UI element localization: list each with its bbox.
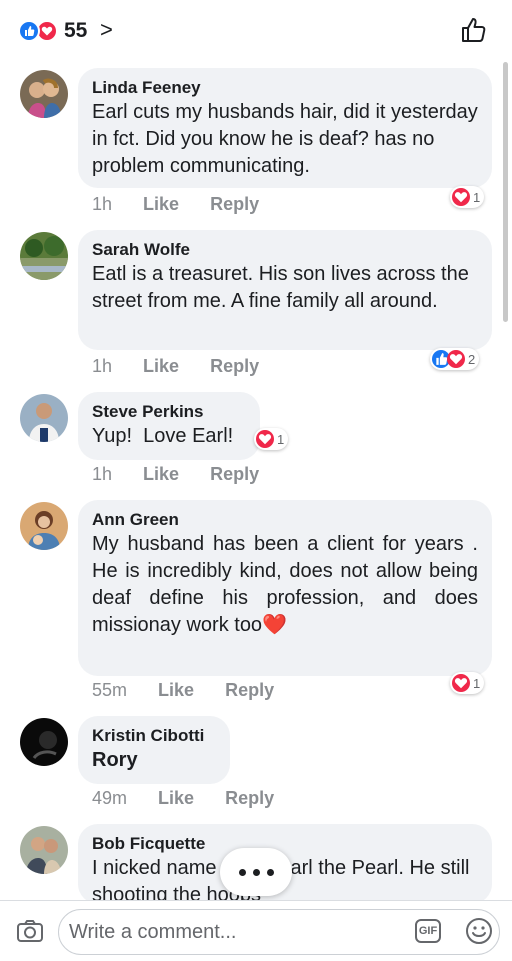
reaction-count: 1 — [473, 675, 481, 691]
thumbs-up-outline-icon[interactable] — [460, 16, 488, 49]
like-button[interactable]: Like — [143, 464, 179, 484]
chevron-right-icon[interactable]: > — [100, 17, 113, 43]
reaction-count: 1 — [473, 189, 481, 205]
comment-text: Yup! Love Earl! — [92, 425, 234, 447]
gif-button[interactable]: GIF — [415, 919, 441, 943]
comment-author[interactable]: Sarah Wolfe — [92, 239, 478, 261]
comment-text: Rory — [92, 749, 138, 771]
love-reaction-icon — [447, 350, 465, 368]
comment-time[interactable]: 1h — [92, 194, 112, 214]
comment-time[interactable]: 1h — [92, 464, 112, 484]
comment-text: Earl cuts my husbands hair, did it yeste… — [92, 101, 478, 177]
comment-input[interactable]: Write a comment... GIF — [58, 909, 500, 955]
comment-actions: 1h Like Reply — [92, 464, 285, 485]
comment-bubble[interactable]: Ann Green My husband has been a client f… — [78, 500, 492, 676]
like-button[interactable]: Like — [143, 356, 179, 376]
avatar[interactable] — [20, 70, 68, 118]
comment-actions: 49m Like Reply — [92, 788, 300, 809]
comment-author[interactable]: Bob Ficquette — [92, 833, 478, 855]
comment-reactions[interactable]: 1 — [450, 186, 485, 208]
comment-author[interactable]: Kristin Cibotti — [92, 725, 216, 747]
avatar[interactable] — [20, 394, 68, 442]
comment-bubble[interactable]: Linda Feeney Earl cuts my husbands hair,… — [78, 68, 492, 188]
comment-time[interactable]: 49m — [92, 788, 127, 808]
more-options-button[interactable] — [220, 848, 292, 896]
comment-author[interactable]: Steve Perkins — [92, 401, 246, 423]
comment-actions: 1h Like Reply — [92, 356, 285, 377]
reactions-header[interactable]: 55 > — [0, 0, 512, 62]
avatar[interactable] — [20, 826, 68, 874]
like-button[interactable]: Like — [143, 194, 179, 214]
comment-text: Eatl is a treasuret. His son lives acros… — [92, 263, 469, 312]
comment-text-part: I nicked name — [92, 857, 217, 879]
love-reaction-icon — [256, 430, 274, 448]
like-reaction-icon — [18, 20, 40, 42]
like-button[interactable]: Like — [158, 788, 194, 808]
camera-icon[interactable] — [16, 917, 44, 950]
comment-actions: 1h Like Reply — [92, 194, 285, 215]
comment-bubble[interactable]: Sarah Wolfe Eatl is a treasuret. His son… — [78, 230, 492, 350]
comment-author[interactable]: Linda Feeney — [92, 77, 478, 99]
reply-button[interactable]: Reply — [225, 788, 274, 808]
like-button[interactable]: Like — [158, 680, 194, 700]
comment-time[interactable]: 1h — [92, 356, 112, 376]
comment-bubble[interactable]: Kristin Cibotti Rory — [78, 716, 230, 784]
reaction-count: 55 — [64, 19, 88, 42]
reply-button[interactable]: Reply — [225, 680, 274, 700]
avatar[interactable] — [20, 718, 68, 766]
reply-button[interactable]: Reply — [210, 464, 259, 484]
avatar[interactable] — [20, 502, 68, 550]
love-reaction-icon — [452, 188, 470, 206]
heart-emoji: ❤️ — [262, 614, 287, 636]
comment-reactions[interactable]: 2 — [430, 348, 480, 370]
comment-time[interactable]: 55m — [92, 680, 127, 700]
emoji-icon[interactable] — [465, 917, 493, 950]
scrollbar[interactable] — [503, 62, 508, 322]
comment-reactions[interactable]: 1 — [450, 672, 485, 694]
comment-text-part: arl the Pearl. He still — [290, 857, 470, 879]
comment-composer: Write a comment... GIF — [0, 900, 512, 961]
comment-input-placeholder[interactable]: Write a comment... — [69, 921, 236, 944]
comment-reactions[interactable]: 1 — [254, 428, 289, 450]
reply-button[interactable]: Reply — [210, 194, 259, 214]
comment-actions: 55m Like Reply — [92, 680, 300, 701]
reaction-count: 1 — [277, 431, 285, 447]
reaction-count: 2 — [468, 351, 476, 367]
comment-author[interactable]: Ann Green — [92, 509, 478, 531]
avatar[interactable] — [20, 232, 68, 280]
love-reaction-icon — [452, 674, 470, 692]
comment-text: My husband has been a client for years .… — [92, 531, 478, 639]
reply-button[interactable]: Reply — [210, 356, 259, 376]
comment-bubble[interactable]: Steve Perkins Yup! Love Earl! — [78, 392, 260, 460]
